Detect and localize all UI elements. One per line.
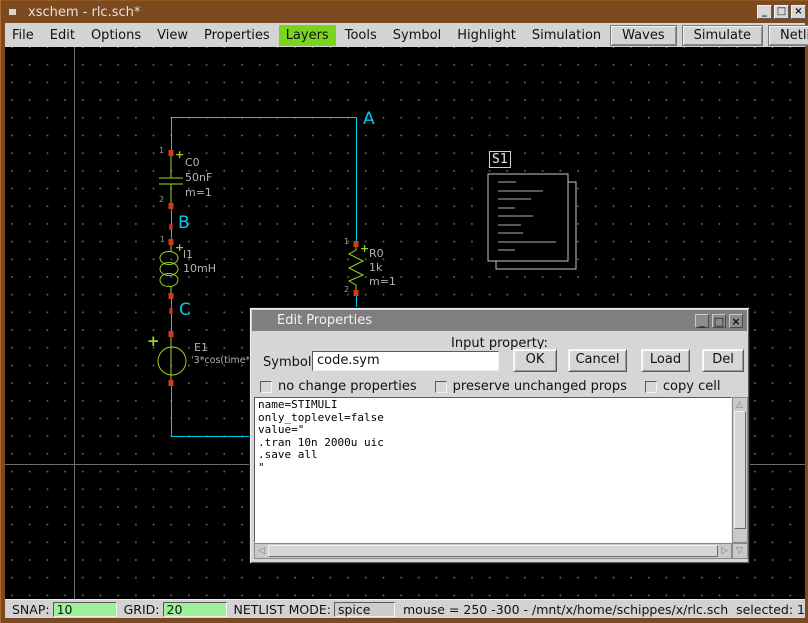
ok-button[interactable]: OK	[513, 349, 557, 372]
resistor-pin2-num: 2	[344, 285, 349, 294]
resistor-plus: +	[360, 242, 369, 255]
mouse-status-text: mouse = 250 -300 - /mnt/x/home/schippes/…	[403, 602, 805, 617]
maximize-icon[interactable]: □	[774, 5, 789, 19]
close-icon[interactable]: ×	[791, 5, 806, 19]
dialog-minimize-icon[interactable]: _	[695, 314, 709, 328]
del-button[interactable]: Del	[702, 349, 744, 372]
capacitor-pin1-num: 1	[159, 146, 164, 155]
minimize-icon[interactable]: _	[757, 5, 772, 19]
capacitor-ref: C0	[185, 156, 200, 169]
resistor-value: 1k	[369, 261, 382, 274]
statusbar: SNAP: 10 GRID: 20 NETLIST MODE: spice mo…	[5, 599, 805, 618]
window-titlebar[interactable]: xschem - rlc.sch* _ □ ×	[1, 1, 808, 23]
horizontal-scrollbar[interactable]: ◁ ▷	[254, 543, 732, 559]
source-symbol[interactable]	[158, 334, 186, 383]
load-button[interactable]: Load	[641, 349, 690, 372]
symbol-label: Symbol	[263, 355, 311, 370]
code-block-symbol[interactable]	[488, 174, 576, 269]
net-label-c[interactable]: C	[179, 300, 191, 320]
source-plus: +	[147, 332, 160, 350]
snap-label: SNAP:	[12, 602, 50, 617]
symbol-input[interactable]: code.sym	[312, 351, 499, 371]
netlist-mode-input[interactable]: spice	[334, 602, 395, 617]
scrollbar-corner[interactable]: ▽	[732, 543, 748, 559]
grid-input[interactable]: 20	[163, 602, 227, 617]
inductor-pin1-num: 1	[160, 235, 165, 244]
resistor-ref: R0	[369, 247, 384, 260]
menubar: File Edit Options View Properties Layers…	[5, 23, 805, 47]
vertical-scrollbar[interactable]: △	[732, 397, 748, 543]
netlist-button[interactable]: Netlist	[768, 25, 808, 46]
grid-label: GRID:	[124, 602, 160, 617]
capacitor-pin2-num: 2	[159, 195, 164, 204]
menu-simulation[interactable]: Simulation	[525, 25, 608, 46]
cancel-button[interactable]: Cancel	[568, 349, 627, 372]
copy-cell-checkbox[interactable]	[645, 381, 657, 393]
property-textarea[interactable]: name=STIMULI only_toplevel=false value="…	[254, 397, 732, 543]
inductor-ref: l1	[183, 248, 193, 261]
no-change-properties-label: no change properties	[278, 379, 417, 394]
simulate-button[interactable]: Simulate	[682, 25, 763, 46]
copy-cell-label: copy cell	[663, 379, 721, 394]
scroll-left-icon[interactable]: ◁	[255, 544, 268, 558]
resistor-pin1-num: 1	[344, 237, 349, 246]
net-label-a[interactable]: A	[363, 109, 375, 129]
dialog-title: Edit Properties	[252, 313, 372, 328]
source-value: '3*cos(time*ti	[191, 355, 249, 366]
menu-tools[interactable]: Tools	[338, 25, 384, 46]
scroll-right-icon[interactable]: ▷	[718, 544, 731, 558]
menu-file[interactable]: File	[5, 25, 41, 46]
menu-view[interactable]: View	[150, 25, 195, 46]
window-menu-icon[interactable]	[9, 9, 16, 15]
scroll-up-icon[interactable]: △	[733, 398, 746, 412]
no-change-properties-checkbox[interactable]	[260, 381, 272, 393]
resistor-mult: m=1	[369, 275, 396, 288]
net-label-b[interactable]: B	[178, 213, 190, 233]
window-title: xschem - rlc.sch*	[28, 5, 140, 20]
snap-input[interactable]: 10	[53, 602, 117, 617]
inductor-value: 10mH	[183, 262, 216, 275]
menu-properties[interactable]: Properties	[197, 25, 277, 46]
preserve-unchanged-props-label: preserve unchanged props	[453, 379, 627, 394]
dialog-titlebar[interactable]: Edit Properties _ □ ×	[252, 310, 747, 331]
scroll-down-icon[interactable]: ▽	[733, 544, 746, 558]
vertical-scrollbar-thumb[interactable]	[734, 411, 746, 529]
menu-layers[interactable]: Layers	[279, 25, 336, 46]
dialog-maximize-icon[interactable]: □	[712, 314, 726, 328]
menu-symbol[interactable]: Symbol	[386, 25, 448, 46]
dialog-close-icon[interactable]: ×	[729, 314, 743, 328]
code-block-label[interactable]: S1	[489, 151, 511, 168]
capacitor-plus: +	[175, 148, 184, 161]
netlist-mode-label: NETLIST MODE:	[234, 602, 331, 617]
horizontal-scrollbar-thumb[interactable]	[268, 545, 718, 557]
menu-options[interactable]: Options	[84, 25, 148, 46]
xschem-window: xschem - rlc.sch* _ □ × File Edit Option…	[0, 0, 808, 623]
waves-button[interactable]: Waves	[610, 25, 676, 46]
capacitor-mult: m=1	[185, 186, 212, 199]
source-ref: E1	[194, 341, 208, 354]
menu-highlight[interactable]: Highlight	[450, 25, 523, 46]
capacitor-value: 50nF	[185, 171, 212, 184]
inductor-plus: +	[175, 241, 184, 254]
preserve-unchanged-props-checkbox[interactable]	[435, 381, 447, 393]
checkbox-row: no change properties preserve unchanged …	[260, 379, 738, 394]
menu-edit[interactable]: Edit	[43, 25, 82, 46]
edit-properties-dialog: Edit Properties _ □ × Input property: Sy…	[249, 307, 750, 564]
property-text: name=STIMULI only_toplevel=false value="…	[255, 398, 731, 475]
